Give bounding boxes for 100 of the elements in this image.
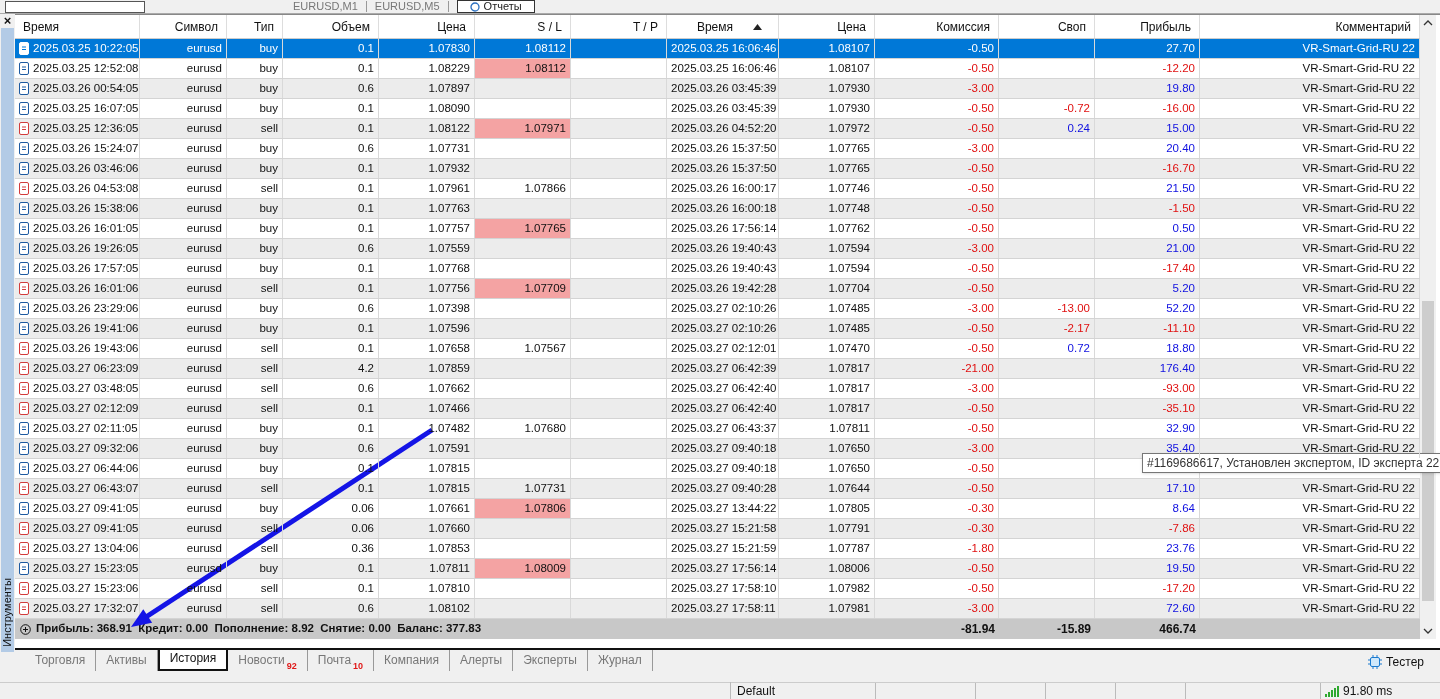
- table-cell: eurusd: [140, 539, 227, 558]
- table-cell: 1.07662: [379, 379, 475, 398]
- table-cell: sell: [227, 339, 283, 358]
- table-cell: buy: [227, 499, 283, 518]
- table-cell: -16.70: [1095, 159, 1200, 178]
- table-cell: eurusd: [140, 79, 227, 98]
- table-cell-text: 2025.03.26 15:24:07: [33, 140, 139, 156]
- table-cell: 1.08006: [779, 559, 875, 578]
- table-cell: 0.1: [283, 399, 379, 418]
- table-cell: sell: [227, 119, 283, 138]
- table-cell: sell: [227, 179, 283, 198]
- table-cell: 2025.03.26 17:56:14: [667, 219, 779, 238]
- table-cell: -3.00: [875, 239, 999, 258]
- table-cell: -3.00: [875, 439, 999, 458]
- table-cell: -0.72: [999, 99, 1095, 118]
- table-cell: -17.40: [1095, 259, 1200, 278]
- table-cell: 2025.03.26 03:45:39: [667, 99, 779, 118]
- table-cell-text: 2025.03.26 23:29:06: [33, 300, 139, 316]
- table-cell: 2025.03.27 17:56:14: [667, 559, 779, 578]
- table-cell: 2025.03.26 16:00:17: [667, 179, 779, 198]
- table-cell: 23.76: [1095, 539, 1200, 558]
- table-cell: 1.07591: [379, 439, 475, 458]
- table-cell: buy: [227, 259, 283, 278]
- table-cell: 1.07817: [779, 399, 875, 418]
- table-cell: -12.20: [1095, 59, 1200, 78]
- table-cell: 1.07482: [379, 419, 475, 438]
- table-cell: 1.07805: [779, 499, 875, 518]
- table-cell: 17.10: [1095, 479, 1200, 498]
- table-cell: 1.07470: [779, 339, 875, 358]
- table-cell: 0.1: [283, 279, 379, 298]
- table-cell: -0.50: [875, 159, 999, 178]
- table-cell: 1.07559: [379, 239, 475, 258]
- table-cell: -0.30: [875, 519, 999, 538]
- table-cell: 2025.03.27 09:40:18: [667, 439, 779, 458]
- header-label: Символ: [174, 18, 218, 36]
- table-cell: 1.07763: [379, 199, 475, 218]
- table-cell-text: 2025.03.26 19:41:06: [33, 320, 139, 336]
- table-cell: eurusd: [140, 419, 227, 438]
- table-cell: buy: [227, 39, 283, 58]
- table-cell: -0.50: [875, 119, 999, 138]
- table-cell: 2025.03.27 13:44:22: [667, 499, 779, 518]
- table-cell: 2025.03.26 15:37:50: [667, 159, 779, 178]
- table-cell: 1.07466: [379, 399, 475, 418]
- table-cell-text: 2025.03.26 17:57:05: [33, 260, 139, 276]
- table-cell: 1.08112: [475, 39, 571, 58]
- table-cell: eurusd: [140, 339, 227, 358]
- table-cell-text: 2025.03.25 12:52:08: [33, 60, 139, 76]
- table-cell: 1.08009: [475, 559, 571, 578]
- table-cell: eurusd: [140, 239, 227, 258]
- table-cell-text: 2025.03.27 03:48:05: [33, 380, 139, 396]
- table-cell-text: 2025.03.27 06:23:09: [33, 360, 139, 376]
- header-label: Комиссия: [936, 18, 990, 36]
- table-cell: sell: [227, 599, 283, 618]
- summary-text: Прибыль: 368.91 Кредит: 0.00 Пополнение: 8.92 Снятие: 0.00 Баланс: 377.83: [36, 621, 482, 637]
- table-cell: -3.00: [875, 299, 999, 318]
- table-cell: 1.07791: [779, 519, 875, 538]
- table-cell: -3.00: [875, 79, 999, 98]
- table-cell: eurusd: [140, 299, 227, 318]
- table-cell-text: 2025.03.27 15:23:05: [33, 560, 139, 576]
- table-cell: 1.07762: [779, 219, 875, 238]
- table-cell: 0.1: [283, 99, 379, 118]
- table-cell: -0.50: [875, 39, 999, 58]
- table-cell: buy: [227, 419, 283, 438]
- header-label: Своп: [1057, 18, 1086, 36]
- table-cell: 2025.03.27 02:12:01: [667, 339, 779, 358]
- header-label: Комментарий: [1335, 18, 1411, 36]
- table-cell: 2025.03.26 15:37:50: [667, 139, 779, 158]
- table-cell: sell: [227, 399, 283, 418]
- table-cell: 0.6: [283, 599, 379, 618]
- table-cell: sell: [227, 579, 283, 598]
- table-cell-text: 2025.03.27 15:23:06: [33, 580, 139, 596]
- table-cell: 21.00: [1095, 239, 1200, 258]
- table-cell: 1.07853: [379, 539, 475, 558]
- table-cell: 1.07731: [379, 139, 475, 158]
- table-cell: -0.50: [875, 559, 999, 578]
- table-cell: 0.1: [283, 319, 379, 338]
- table-cell: 0.1: [283, 179, 379, 198]
- table-cell: 1.08090: [379, 99, 475, 118]
- table-cell: sell: [227, 519, 283, 538]
- table-cell: 0.1: [283, 159, 379, 178]
- table-cell: buy: [227, 159, 283, 178]
- table-cell: -0.50: [875, 179, 999, 198]
- table-cell: 1.07485: [779, 319, 875, 338]
- table-cell: 0.6: [283, 139, 379, 158]
- header-label: Цена: [837, 18, 866, 36]
- header-label: Время: [696, 18, 733, 36]
- table-cell: 1.08107: [779, 59, 875, 78]
- table-cell: buy: [227, 199, 283, 218]
- table-cell: eurusd: [140, 439, 227, 458]
- table-cell-text: 2025.03.25 16:07:05: [33, 100, 139, 116]
- table-cell: 0.1: [283, 219, 379, 238]
- table-cell: 0.36: [283, 539, 379, 558]
- table-cell-text: 2025.03.26 04:53:08: [33, 180, 139, 196]
- table-cell: 1.07748: [779, 199, 875, 218]
- table-cell: -0.50: [875, 339, 999, 358]
- table-cell: eurusd: [140, 199, 227, 218]
- table-cell-text: 2025.03.27 09:41:05: [33, 520, 139, 536]
- table-cell: 0.6: [283, 79, 379, 98]
- table-cell: 1.07680: [475, 419, 571, 438]
- tooltip: #1169686617, Установлен экспертом, ID эксперта 22: [1142, 453, 1440, 473]
